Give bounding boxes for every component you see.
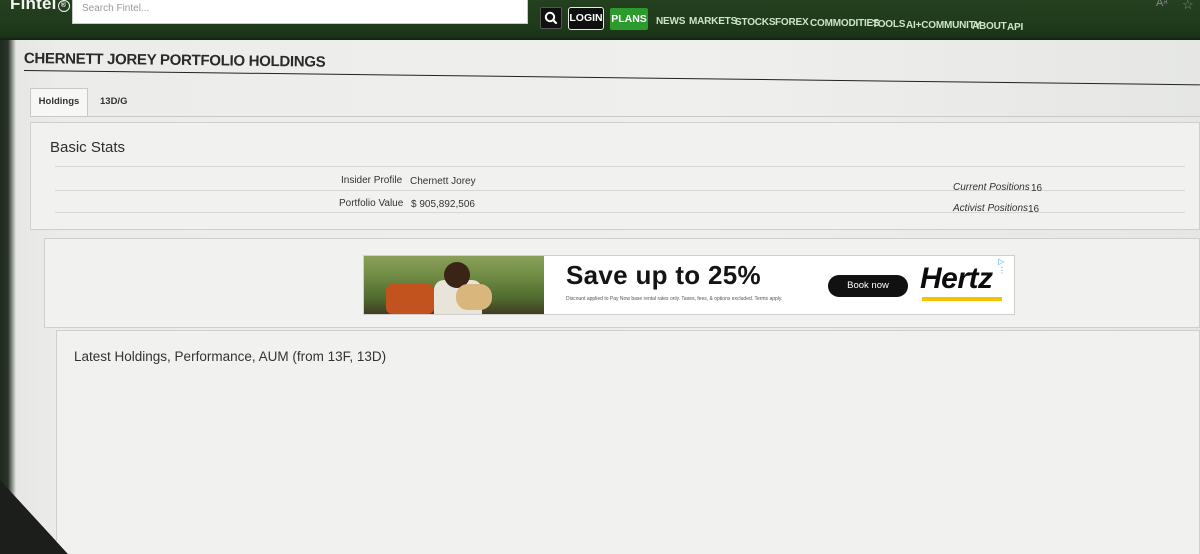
nav-about[interactable]: ABOUT (972, 21, 1007, 32)
title-divider (23, 70, 1200, 86)
hertz-logo: Hertz (920, 262, 993, 295)
nav-news[interactable]: NEWS (656, 16, 685, 27)
book-now-button[interactable]: Book now (828, 275, 908, 297)
nav-markets[interactable]: MARKETS (689, 16, 737, 27)
nav-tools[interactable]: TOOLS (872, 19, 905, 30)
ad-panel: Save up to 25% Discount applied to Pay N… (44, 238, 1200, 328)
ad-fine-print: Discount applied to Pay Now base rental … (566, 296, 783, 302)
current-positions-value: 16 (1031, 183, 1043, 194)
page-title: CHERNETT JOREY PORTFOLIO HOLDINGS (23, 50, 326, 71)
insider-profile-value[interactable]: Chernett Jorey (410, 176, 476, 187)
current-positions-label: Current Positions (953, 182, 1030, 193)
tab-holdings[interactable]: Holdings (30, 88, 88, 116)
tab-13dg[interactable]: 13D/G (100, 96, 127, 107)
holdings-panel: Latest Holdings, Performance, AUM (from … (56, 330, 1200, 554)
screen: Fintel ® Search Fintel... LOGIN PLANS NEW… (0, 0, 1200, 554)
stats-divider (55, 166, 1185, 167)
search-button[interactable] (540, 7, 562, 29)
nav-commodities[interactable]: COMMODITIES (810, 18, 880, 29)
plans-button[interactable]: PLANS (610, 8, 648, 30)
nav-forex[interactable]: FOREX (775, 17, 809, 28)
tabs-divider (30, 116, 1200, 117)
registered-mark-icon: ® (57, 0, 70, 12)
ad-choices-icon[interactable]: ▷ ⋮ (998, 257, 1014, 275)
nav-stocks[interactable]: STOCKS (735, 17, 775, 28)
font-size-icon[interactable]: Aᵃ (1156, 0, 1167, 9)
search-input[interactable]: Search Fintel... (72, 0, 528, 24)
insider-profile-label: Insider Profile (341, 175, 403, 186)
activist-positions-value: 16 (1028, 204, 1040, 215)
atv-shape (386, 284, 434, 314)
ad-headline: Save up to 25% (566, 260, 761, 290)
login-button[interactable]: LOGIN (568, 7, 604, 30)
top-navbar: Fintel ® Search Fintel... LOGIN PLANS NEW… (0, 0, 1200, 40)
dog-shape (456, 284, 492, 310)
hertz-ad-banner[interactable]: Save up to 25% Discount applied to Pay N… (363, 255, 1015, 315)
activist-positions-label: Activist Positions (953, 203, 1029, 214)
search-icon (544, 11, 558, 25)
fintel-logo[interactable]: Fintel ® (10, 0, 70, 14)
holdings-title: Latest Holdings, Performance, AUM (from … (74, 349, 387, 364)
portfolio-value-value: $ 905,892,506 (411, 199, 475, 210)
portfolio-value-label: Portfolio Value (339, 198, 404, 209)
basic-stats-title: Basic Stats (50, 139, 126, 156)
nav-ai-community[interactable]: AI+COMMUNITY (906, 20, 981, 31)
basic-stats-panel: Basic Stats Insider Profile Chernett Jor… (30, 122, 1200, 230)
nav-api[interactable]: API (1007, 22, 1023, 33)
favorite-star-icon[interactable]: ☆ (1182, 0, 1194, 13)
hertz-logo-bar (922, 297, 1002, 301)
ad-photo (364, 256, 544, 314)
